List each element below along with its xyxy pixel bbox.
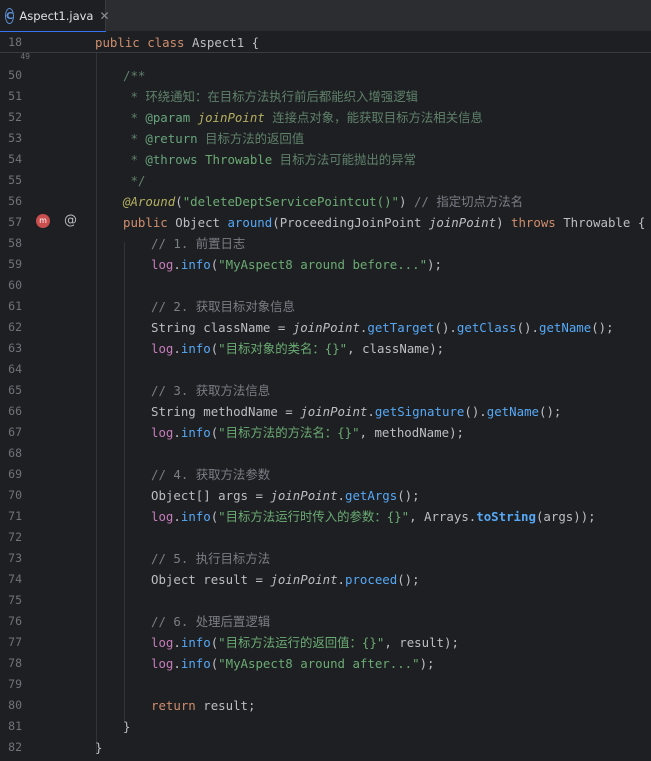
line-number: 61 [8, 299, 22, 313]
tab-label: Aspect1.java [19, 9, 94, 23]
line-number: 82 [8, 740, 22, 754]
code-line-59: log.info("MyAspect8 around before..."); [151, 257, 442, 272]
line-number: 57 [8, 215, 22, 229]
line-number: 58 [8, 236, 22, 250]
line-number: 78 [8, 656, 22, 670]
line-number: 71 [8, 509, 22, 523]
code-line-63: log.info("目标对象的类名：{}", className); [151, 341, 445, 356]
line-number: 62 [8, 320, 22, 334]
line-number: 60 [8, 278, 22, 292]
code-line-58: // 1. 前置日志 [151, 236, 246, 251]
line-number: 68 [8, 446, 22, 460]
line-number: 80 [8, 698, 22, 712]
code-line-81: } [123, 719, 131, 734]
code-line-67: log.info("目标方法的方法名：{}", methodName); [151, 425, 464, 440]
editor-tab-bar: C Aspect1.java ✕ [0, 0, 651, 33]
line-number: 74 [8, 572, 22, 586]
line-number: 52 [8, 110, 22, 124]
code-line-56: @Around("deleteDeptServicePointcut()") /… [123, 194, 524, 209]
code-line-70: Object[] args = joinPoint.getArgs(); [151, 488, 420, 503]
line-number: 56 [8, 194, 22, 208]
indent-guide [96, 53, 97, 753]
code-line-54: * @throws Throwable 目标方法可能抛出的异常 [123, 152, 416, 167]
line-number: 51 [8, 89, 22, 103]
line-number: 50 [8, 68, 22, 82]
code-line-50: /** [123, 68, 146, 83]
line-number: 59 [8, 257, 22, 271]
code-line-66: String methodName = joinPoint.getSignatu… [151, 404, 562, 419]
code-line-52: * @param joinPoint 连接点对象，能获取目标方法相关信息 [123, 110, 483, 125]
line-number-partial: 49 [20, 52, 30, 61]
code-line-51: * 环绕通知：在目标方法执行前后都能织入增强逻辑 [123, 89, 418, 104]
sticky-scroll-header[interactable]: 18 public class Aspect1 { [0, 32, 651, 53]
line-number: 77 [8, 635, 22, 649]
code-line-57: public Object around(ProceedingJoinPoint… [123, 215, 646, 230]
override-method-icon[interactable]: m [36, 214, 50, 228]
line-number: 81 [8, 719, 22, 733]
line-number: 73 [8, 551, 22, 565]
indent-guide [124, 242, 125, 722]
line-number: 75 [8, 593, 22, 607]
code-line-78: log.info("MyAspect8 around after..."); [151, 656, 435, 671]
code-line-82: } [95, 740, 103, 755]
line-number: 67 [8, 425, 22, 439]
line-number: 53 [8, 131, 22, 145]
code-line-71: log.info("目标方法运行时传入的参数：{}", Arrays.toStr… [151, 509, 596, 524]
line-number: 64 [8, 362, 22, 376]
line-number: 66 [8, 404, 22, 418]
code-line-61: // 2. 获取目标对象信息 [151, 299, 295, 314]
java-class-icon: C [5, 8, 15, 24]
annotation-icon[interactable]: @ [64, 214, 78, 228]
code-editor[interactable]: 18 public class Aspect1 { 49 50 51 52 53 54 5… [0, 32, 651, 761]
code-line-80: return result; [151, 698, 256, 713]
code-line-74: Object result = joinPoint.proceed(); [151, 572, 420, 587]
code-line-76: // 6. 处理后置逻辑 [151, 614, 271, 629]
line-number: 55 [8, 173, 22, 187]
line-number: 72 [8, 530, 22, 544]
code-line-77: log.info("目标方法运行的返回值：{}", result); [151, 635, 459, 650]
line-number: 18 [8, 35, 22, 49]
line-number: 65 [8, 383, 22, 397]
line-number: 54 [8, 152, 22, 166]
code-line-55: */ [123, 173, 146, 188]
line-number: 79 [8, 677, 22, 691]
tab-aspect1-java[interactable]: C Aspect1.java ✕ [0, 0, 110, 33]
close-icon[interactable]: ✕ [99, 9, 109, 23]
code-line-65: // 3. 获取方法信息 [151, 383, 271, 398]
code-line-69: // 4. 获取方法参数 [151, 467, 271, 482]
code-line-53: * @return 目标方法的返回值 [123, 131, 305, 146]
code-line-62: String className = joinPoint.getTarget()… [151, 320, 614, 335]
code-line-73: // 5. 执行目标方法 [151, 551, 271, 566]
line-number: 63 [8, 341, 22, 355]
sticky-code-line: public class Aspect1 { [95, 35, 260, 50]
line-number: 70 [8, 488, 22, 502]
line-number: 76 [8, 614, 22, 628]
line-number: 69 [8, 467, 22, 481]
